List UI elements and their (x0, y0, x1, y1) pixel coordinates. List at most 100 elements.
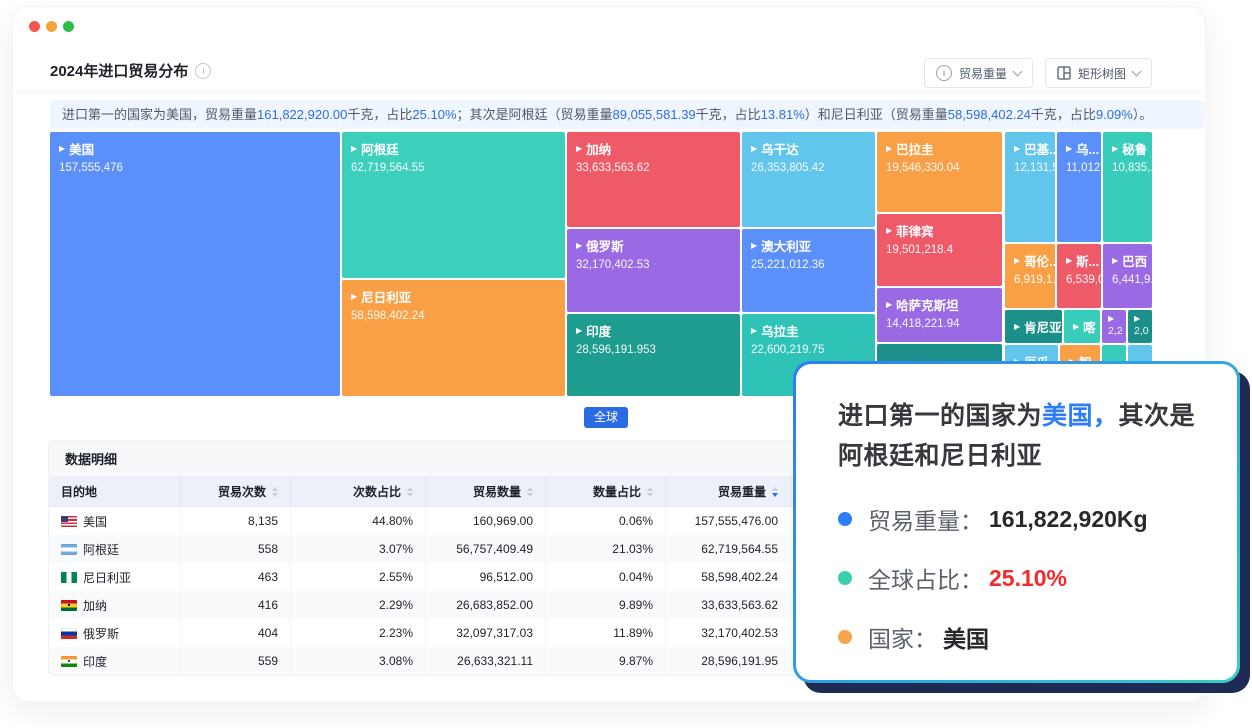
drilldown-arrow-icon: ▶ (1112, 257, 1118, 265)
treemap-cell[interactable]: ▶ 2,0 (1128, 310, 1152, 343)
table-header-0: 目的地 (49, 477, 181, 506)
treemap-cell-name-text: 肯尼亚 (1024, 317, 1062, 336)
window-minimize-button[interactable] (46, 21, 57, 32)
treemap-cell-name: ▶乌... (1066, 139, 1092, 158)
table-cell: 416 (181, 591, 291, 619)
table-header-5[interactable]: 贸易重量 (666, 477, 791, 506)
table-cell: 157,555,476.00 (666, 507, 791, 535)
drilldown-arrow-icon: ▶ (576, 242, 582, 250)
treemap-cell-name-text: 乌拉圭 (761, 321, 799, 340)
table-cell: 463 (181, 563, 291, 591)
treemap-cell-阿根廷[interactable]: ▶阿根廷62,719,564.55 (342, 132, 565, 278)
sort-desc-caret-icon (527, 493, 533, 497)
table-header-label: 贸易数量 (473, 483, 521, 500)
table-cell: 3.08% (291, 647, 426, 675)
treemap-cell-澳大利亚[interactable]: ▶澳大利亚25,221,012.36 (742, 229, 875, 312)
bullet-dot-icon (838, 571, 852, 585)
sort-icon[interactable] (772, 487, 778, 497)
table-cell: 2.55% (291, 563, 426, 591)
treemap-cell-乌...[interactable]: ▶乌...11,012,... (1057, 132, 1101, 242)
table-header-label: 目的地 (61, 483, 97, 500)
summary-banner: 进口第一的国家为美国，贸易重量161,822,920.00千克，占比25.10%… (50, 100, 1204, 129)
drilldown-arrow-icon: ▶ (1014, 257, 1020, 265)
drilldown-arrow-icon: ▶ (1073, 323, 1079, 331)
table-header-label: 贸易重量 (718, 483, 766, 500)
chart-type-select[interactable]: 矩形树图 (1045, 58, 1152, 88)
table-header-1[interactable]: 贸易次数 (181, 477, 291, 506)
country-name: 尼日利亚 (83, 569, 131, 586)
sort-icon[interactable] (407, 487, 413, 497)
treemap-cell-name: ▶ (1108, 315, 1120, 323)
treemap-cell-巴基...[interactable]: ▶巴基...12,131,5... (1005, 132, 1055, 242)
sort-desc-caret-icon (272, 493, 278, 497)
drilldown-arrow-icon: ▶ (751, 327, 757, 335)
table-cell: 0.06% (546, 507, 666, 535)
insight-item: 贸易重量：161,822,920Kg (838, 502, 1207, 536)
treemap-cell-value: 2,0 (1134, 325, 1146, 337)
treemap-cell-喀[interactable]: ▶喀 (1064, 310, 1100, 343)
insight-item: 国家：美国 (838, 620, 1207, 654)
treemap-cell-name-text: 乌干达 (761, 139, 799, 158)
treemap-cell-美国[interactable]: ▶美国157,555,476 (50, 132, 340, 396)
chevron-down-icon (1132, 67, 1142, 77)
table-header-4[interactable]: 数量占比 (546, 477, 666, 506)
window-close-button[interactable] (29, 21, 40, 32)
treemap-cell-尼日利亚[interactable]: ▶尼日利亚58,598,402.24 (342, 280, 565, 396)
window-zoom-button[interactable] (63, 21, 74, 32)
treemap-cell-name-text: 哥伦... (1024, 251, 1055, 270)
treemap-cell-菲律宾[interactable]: ▶菲律宾19,501,218.4 (877, 214, 1002, 286)
metric-info-icon: i (936, 65, 952, 81)
table-header-label: 贸易次数 (218, 483, 266, 500)
table-cell: 559 (181, 647, 291, 675)
chevron-down-icon (1013, 67, 1023, 77)
info-icon[interactable]: i (195, 63, 211, 79)
treemap-cell-加纳[interactable]: ▶加纳33,633,563.62 (567, 132, 740, 227)
sort-icon[interactable] (272, 487, 278, 497)
table-header-3[interactable]: 贸易数量 (426, 477, 546, 506)
summary-text: 千克，占比 (696, 107, 761, 122)
sort-icon[interactable] (647, 487, 653, 497)
treemap-cell-value: 10,835,... (1112, 162, 1143, 174)
drilldown-arrow-icon: ▶ (576, 327, 582, 335)
treemap-cell-name: ▶巴基... (1014, 139, 1046, 158)
destination-cell: 尼日利亚 (49, 563, 181, 591)
treemap-cell-秘鲁[interactable]: ▶秘鲁10,835,... (1103, 132, 1152, 242)
treemap-cell-name: ▶ (1134, 315, 1146, 323)
sort-asc-caret-icon (407, 487, 413, 491)
treemap-cell-乌干达[interactable]: ▶乌干达26,353,805.42 (742, 132, 875, 227)
table-cell: 3.07% (291, 535, 426, 563)
treemap-cell-哈萨克斯坦[interactable]: ▶哈萨克斯坦14,418,221.94 (877, 288, 1002, 342)
summary-text: 千克，占比 (347, 107, 412, 122)
treemap-cell-哥伦...[interactable]: ▶哥伦...6,919,1... (1005, 244, 1055, 308)
treemap-cell-斯...[interactable]: ▶斯...6,539,0... (1057, 244, 1101, 308)
treemap-cell-巴西[interactable]: ▶巴西6,441,9... (1103, 244, 1152, 308)
treemap-cell[interactable]: ▶ 2,2 (1102, 310, 1126, 343)
header-divider (13, 91, 1203, 92)
treemap-cell-肯尼亚[interactable]: ▶肯尼亚 (1005, 310, 1062, 343)
treemap-cell-印度[interactable]: ▶印度28,596,191.953 (567, 314, 740, 396)
table-cell: 558 (181, 535, 291, 563)
table-header-2[interactable]: 次数占比 (291, 477, 426, 506)
treemap-cell-value: 26,353,805.42 (751, 162, 866, 174)
sort-icon[interactable] (527, 487, 533, 497)
table-cell: 8,135 (181, 507, 291, 535)
drilldown-arrow-icon: ▶ (751, 242, 757, 250)
flag-icon-ar (61, 544, 77, 555)
treemap-breadcrumb-global[interactable]: 全球 (584, 407, 628, 428)
treemap-cell-俄罗斯[interactable]: ▶俄罗斯32,170,402.53 (567, 229, 740, 312)
table-cell: 0.04% (546, 563, 666, 591)
drilldown-arrow-icon: ▶ (351, 293, 357, 301)
treemap-cell-巴拉圭[interactable]: ▶巴拉圭19,546,330.04 (877, 132, 1002, 212)
summary-text: ）和尼日利亚（贸易重量 (805, 107, 948, 122)
metric-select-label: 贸易重量 (959, 65, 1007, 82)
table-cell: 56,757,409.49 (426, 535, 546, 563)
treemap-cell-value: 2,2 (1108, 325, 1120, 337)
table-cell: 28,596,191.95 (666, 647, 791, 675)
treemap-cell-name: ▶俄罗斯 (576, 236, 731, 255)
table-cell: 32,097,317.03 (426, 619, 546, 647)
summary-value: 13.81% (761, 107, 805, 122)
metric-select[interactable]: i 贸易重量 (924, 58, 1033, 88)
treemap-cell-name-text: 巴基... (1024, 139, 1055, 158)
treemap-cell-name: ▶喀 (1073, 317, 1091, 336)
page: 2024年进口贸易分布 i i 贸易重量 矩形树图 进口第一的国家为美国，贸易重… (0, 0, 1252, 728)
